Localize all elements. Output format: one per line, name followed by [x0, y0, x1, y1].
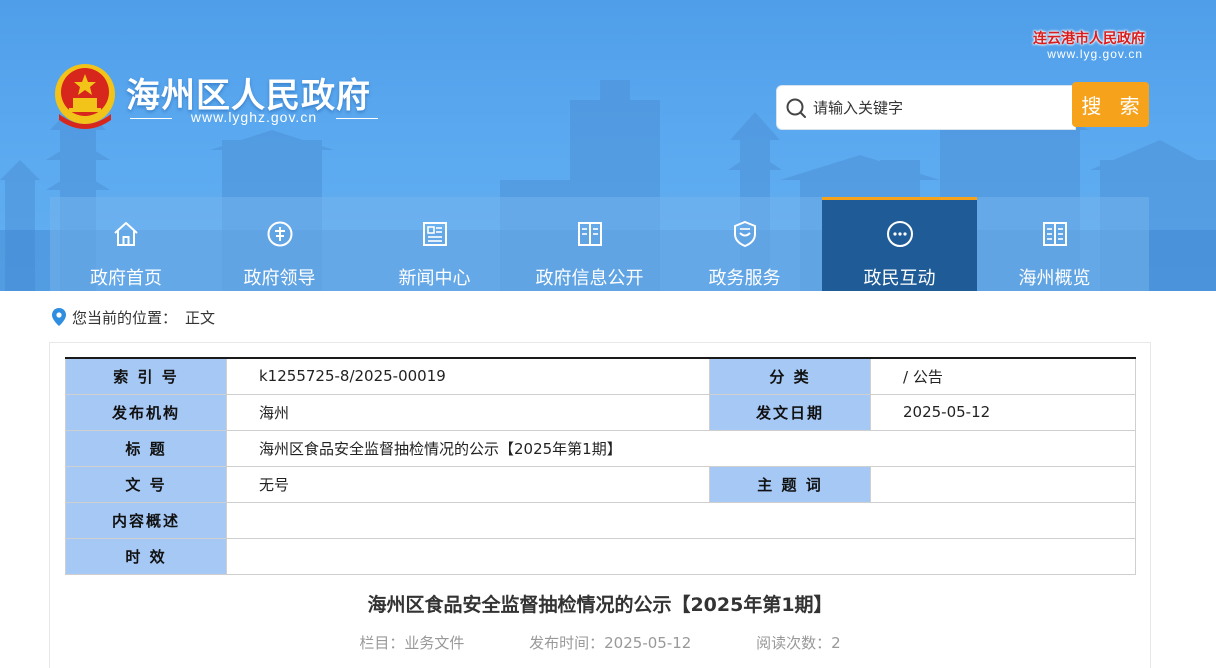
meta-value-summary [226, 501, 1136, 539]
table-row: 发布机构 海州 发文日期 2025-05-12 [65, 393, 1136, 431]
nav-item-overview[interactable]: 海州概览 [977, 197, 1132, 291]
city-government-url[interactable]: www.lyg.gov.cn [1047, 47, 1143, 61]
breadcrumb-label: 您当前的位置： [72, 308, 178, 327]
meta-key-keywords: 主 题 词 [709, 465, 871, 503]
meta-value-title: 海州区食品安全监督抽检情况的公示【2025年第1期】 [226, 429, 1136, 467]
main-nav: 政府首页 政府领导 新闻中心 政府信息公开 政务服务 政民互动 海州概览 [50, 197, 1149, 291]
city-government-link[interactable]: 连云港市人民政府 [1033, 28, 1145, 48]
nav-label: 政府领导 [243, 268, 316, 289]
article-meta: 栏目：业务文件 发布时间：2025-05-12 阅读次数：2 [65, 632, 1135, 653]
meta-value-index: k1255725-8/2025-00019 [226, 356, 710, 395]
shield-icon [733, 220, 756, 248]
nav-item-home[interactable]: 政府首页 [50, 197, 202, 291]
breadcrumb: 您当前的位置： 正文 [52, 305, 215, 329]
nav-label: 海州概览 [1018, 268, 1091, 289]
book-icon [1042, 222, 1067, 246]
table-row: 索 引 号 k1255725-8/2025-00019 分 类 / 公告 [65, 356, 1136, 395]
divider-line [130, 118, 172, 119]
table-row: 内容概述 [65, 501, 1136, 539]
nav-item-info-disclosure[interactable]: 政府信息公开 [512, 197, 667, 291]
meta-key-docno: 文 号 [65, 465, 227, 503]
site-header: 海州区人民政府 www.lyghz.gov.cn 连云港市人民政府 www.ly… [0, 0, 1216, 291]
meta-value-date: 2025-05-12 [870, 393, 1136, 431]
meta-value-keywords [870, 465, 1136, 503]
chat-icon [886, 221, 913, 247]
meta-key-title: 标 题 [65, 429, 227, 467]
meta-value-category: / 公告 [870, 356, 1136, 395]
leader-icon [267, 221, 292, 247]
article-published: 发布时间：2025-05-12 [529, 634, 692, 652]
divider-line [336, 118, 378, 119]
breadcrumb-current[interactable]: 正文 [185, 307, 215, 328]
meta-key-summary: 内容概述 [65, 501, 227, 539]
article-title: 海州区食品安全监督抽检情况的公示【2025年第1期】 [367, 594, 833, 616]
national-emblem-icon [55, 64, 115, 129]
nav-label: 政府首页 [90, 268, 162, 289]
search-input[interactable] [813, 94, 1069, 122]
document-meta-table: 索 引 号 k1255725-8/2025-00019 分 类 / 公告 发布机… [65, 356, 1136, 576]
search-button[interactable]: 搜 索 [1072, 82, 1149, 127]
site-url-row: www.lyghz.gov.cn [130, 109, 378, 127]
meta-key-publisher: 发布机构 [65, 393, 227, 431]
nav-label: 政民互动 [863, 268, 936, 289]
news-icon [422, 222, 447, 246]
search-box [776, 85, 1076, 130]
nav-item-leaders[interactable]: 政府领导 [202, 197, 357, 291]
nav-item-interaction[interactable]: 政民互动 [822, 197, 977, 291]
search-icon [786, 98, 806, 118]
meta-key-index: 索 引 号 [65, 356, 227, 395]
nav-label: 政府信息公开 [535, 268, 644, 289]
meta-value-validity [226, 537, 1136, 576]
meta-value-docno: 无号 [226, 465, 710, 503]
meta-key-category: 分 类 [709, 356, 871, 395]
nav-item-news[interactable]: 新闻中心 [357, 197, 512, 291]
home-icon [114, 222, 138, 246]
table-row: 文 号 无号 主 题 词 [65, 465, 1136, 503]
site-url: www.lyghz.gov.cn [190, 109, 318, 125]
book-icon [577, 222, 602, 246]
table-row: 标 题 海州区食品安全监督抽检情况的公示【2025年第1期】 [65, 429, 1136, 467]
meta-value-publisher: 海州 [226, 393, 710, 431]
meta-key-date: 发文日期 [709, 393, 871, 431]
location-pin-icon [52, 308, 66, 326]
meta-key-validity: 时 效 [65, 537, 227, 576]
nav-label: 新闻中心 [398, 268, 471, 289]
table-row: 时 效 [65, 537, 1136, 576]
nav-item-gov-services[interactable]: 政务服务 [667, 197, 822, 291]
nav-label: 政务服务 [708, 268, 781, 289]
article-column: 栏目：业务文件 [359, 634, 465, 652]
article-views: 阅读次数：2 [756, 634, 841, 652]
